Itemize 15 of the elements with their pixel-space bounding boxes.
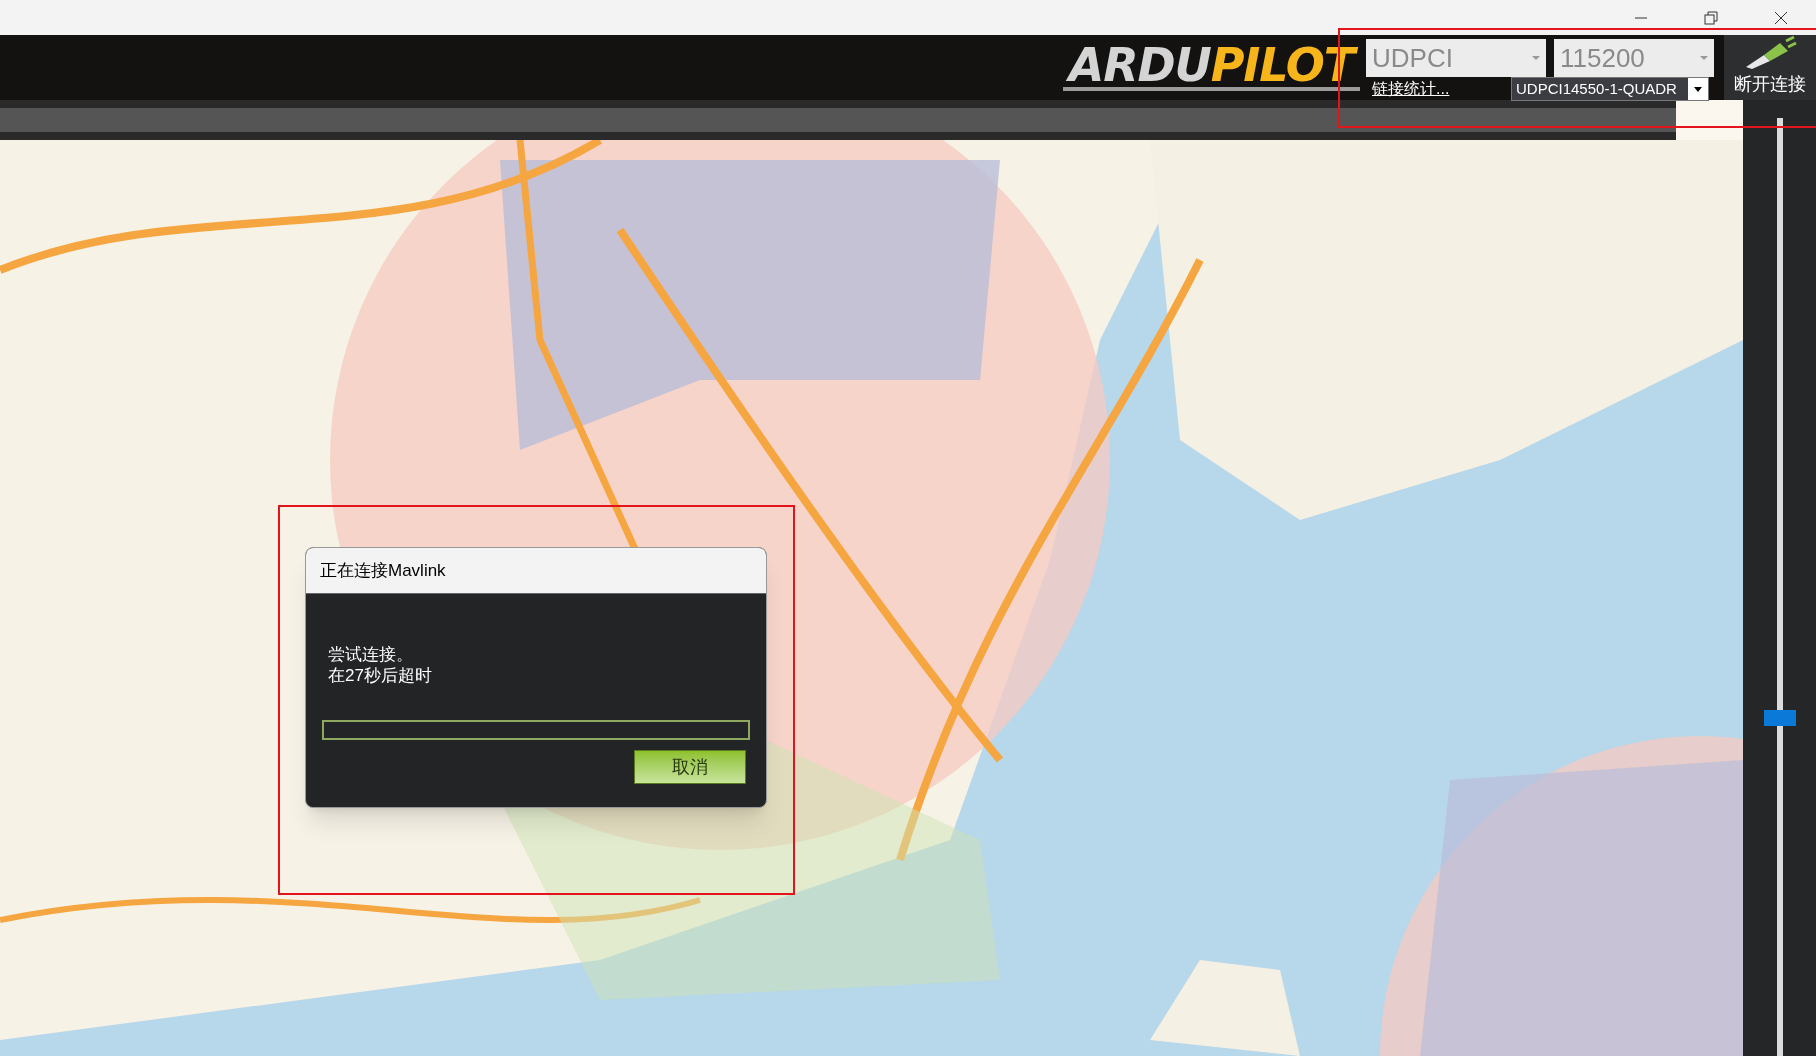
caret-icon	[1532, 56, 1540, 60]
restore-icon[interactable]	[1702, 9, 1720, 26]
caret-icon	[1700, 56, 1708, 60]
link-stats-link[interactable]: 链接统计...	[1366, 77, 1511, 101]
zoom-slider[interactable]	[1764, 118, 1796, 1056]
slider-thumb[interactable]	[1764, 710, 1796, 727]
map-corner	[1676, 100, 1743, 140]
caret-icon	[1688, 78, 1708, 100]
close-icon[interactable]	[1772, 9, 1790, 26]
disconnect-button[interactable]: 断开连接	[1724, 35, 1816, 100]
vehicle-dropdown[interactable]: UDPCI14550-1-QUADR	[1511, 77, 1709, 101]
cancel-button[interactable]: 取消	[634, 750, 746, 784]
dialog-message: 在27秒后超时	[328, 665, 433, 686]
dialog-title: 正在连接Mavlink	[320, 559, 446, 582]
dialog-message: 尝试连接。	[328, 644, 414, 665]
